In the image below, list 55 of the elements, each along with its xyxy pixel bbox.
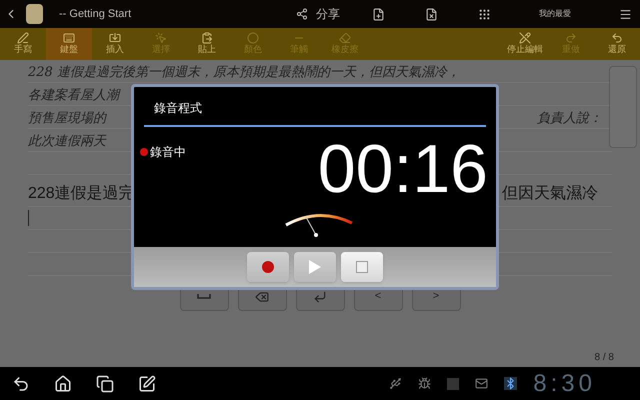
enter-icon — [313, 290, 327, 304]
typed-text: 但因天氣濕冷 — [502, 184, 598, 204]
grid-icon[interactable] — [478, 8, 491, 20]
keyboard-icon — [63, 32, 75, 44]
toolbar-button[interactable]: 手寫 — [0, 28, 46, 60]
redo-icon — [565, 32, 577, 44]
clock: 8:30 — [533, 368, 596, 398]
handwritten-text: 此次連假兩天 — [28, 132, 106, 150]
pen-icon — [17, 32, 29, 44]
handwritten-text: 負責人說： — [537, 110, 602, 128]
bluetooth-icon — [504, 377, 518, 390]
toolbar-button[interactable]: 插入 — [92, 28, 138, 60]
space-icon — [197, 294, 211, 299]
notebook-icon[interactable] — [26, 4, 43, 24]
backspace-icon — [255, 290, 269, 304]
add-page-icon[interactable] — [372, 8, 385, 20]
favorites-dropdown[interactable]: 我的最愛 — [539, 8, 595, 20]
back-icon[interactable] — [12, 374, 30, 392]
insert-icon — [109, 32, 121, 44]
stop-button[interactable] — [341, 252, 383, 282]
toolbar-button[interactable]: 貼上 — [184, 28, 230, 60]
handwritten-text: 預售屋現場的 — [28, 110, 106, 128]
page-counter: 8 / 8 — [594, 351, 614, 365]
toolbar-button[interactable]: 還原 — [594, 28, 640, 60]
usb-icon — [389, 377, 402, 390]
toolbar-button[interactable]: 停止編輯 — [502, 28, 548, 60]
delete-page-icon[interactable] — [425, 8, 438, 20]
circle-icon — [247, 32, 259, 44]
record-icon — [262, 261, 274, 273]
pointer-icon — [155, 32, 167, 44]
mail-icon — [475, 377, 488, 390]
dialog-title: 錄音程式 — [153, 100, 203, 117]
share-label[interactable]: 分享 — [316, 5, 340, 23]
scroll-handle[interactable] — [609, 66, 637, 148]
eraser-icon — [339, 32, 351, 44]
recording-status: 錄音中 — [150, 144, 186, 161]
handwritten-text: 228 連假是過完後第一個週末，原本預期是最熱鬧的一天，但因天氣濕冷， — [28, 64, 460, 82]
paste-icon — [201, 32, 213, 44]
level-meter-icon — [284, 211, 354, 239]
play-icon — [309, 260, 321, 274]
toolbar-button[interactable]: 鍵盤 — [46, 28, 92, 60]
menu-icon[interactable] — [619, 8, 632, 20]
home-icon[interactable] — [54, 374, 72, 392]
share-icon[interactable] — [296, 8, 308, 20]
bug-icon — [418, 377, 432, 390]
undo-icon — [611, 32, 623, 44]
text-cursor — [28, 210, 29, 226]
pencil-off-icon — [519, 32, 531, 44]
handwritten-text: 各建案看屋人潮 — [28, 86, 119, 104]
stop-icon — [356, 261, 368, 273]
recent-apps-icon[interactable] — [96, 374, 114, 392]
note-title: -- Getting Start — [59, 6, 132, 22]
note-icon[interactable] — [138, 374, 156, 392]
elapsed-time: 00:16 — [318, 135, 488, 203]
record-button[interactable] — [247, 252, 289, 282]
